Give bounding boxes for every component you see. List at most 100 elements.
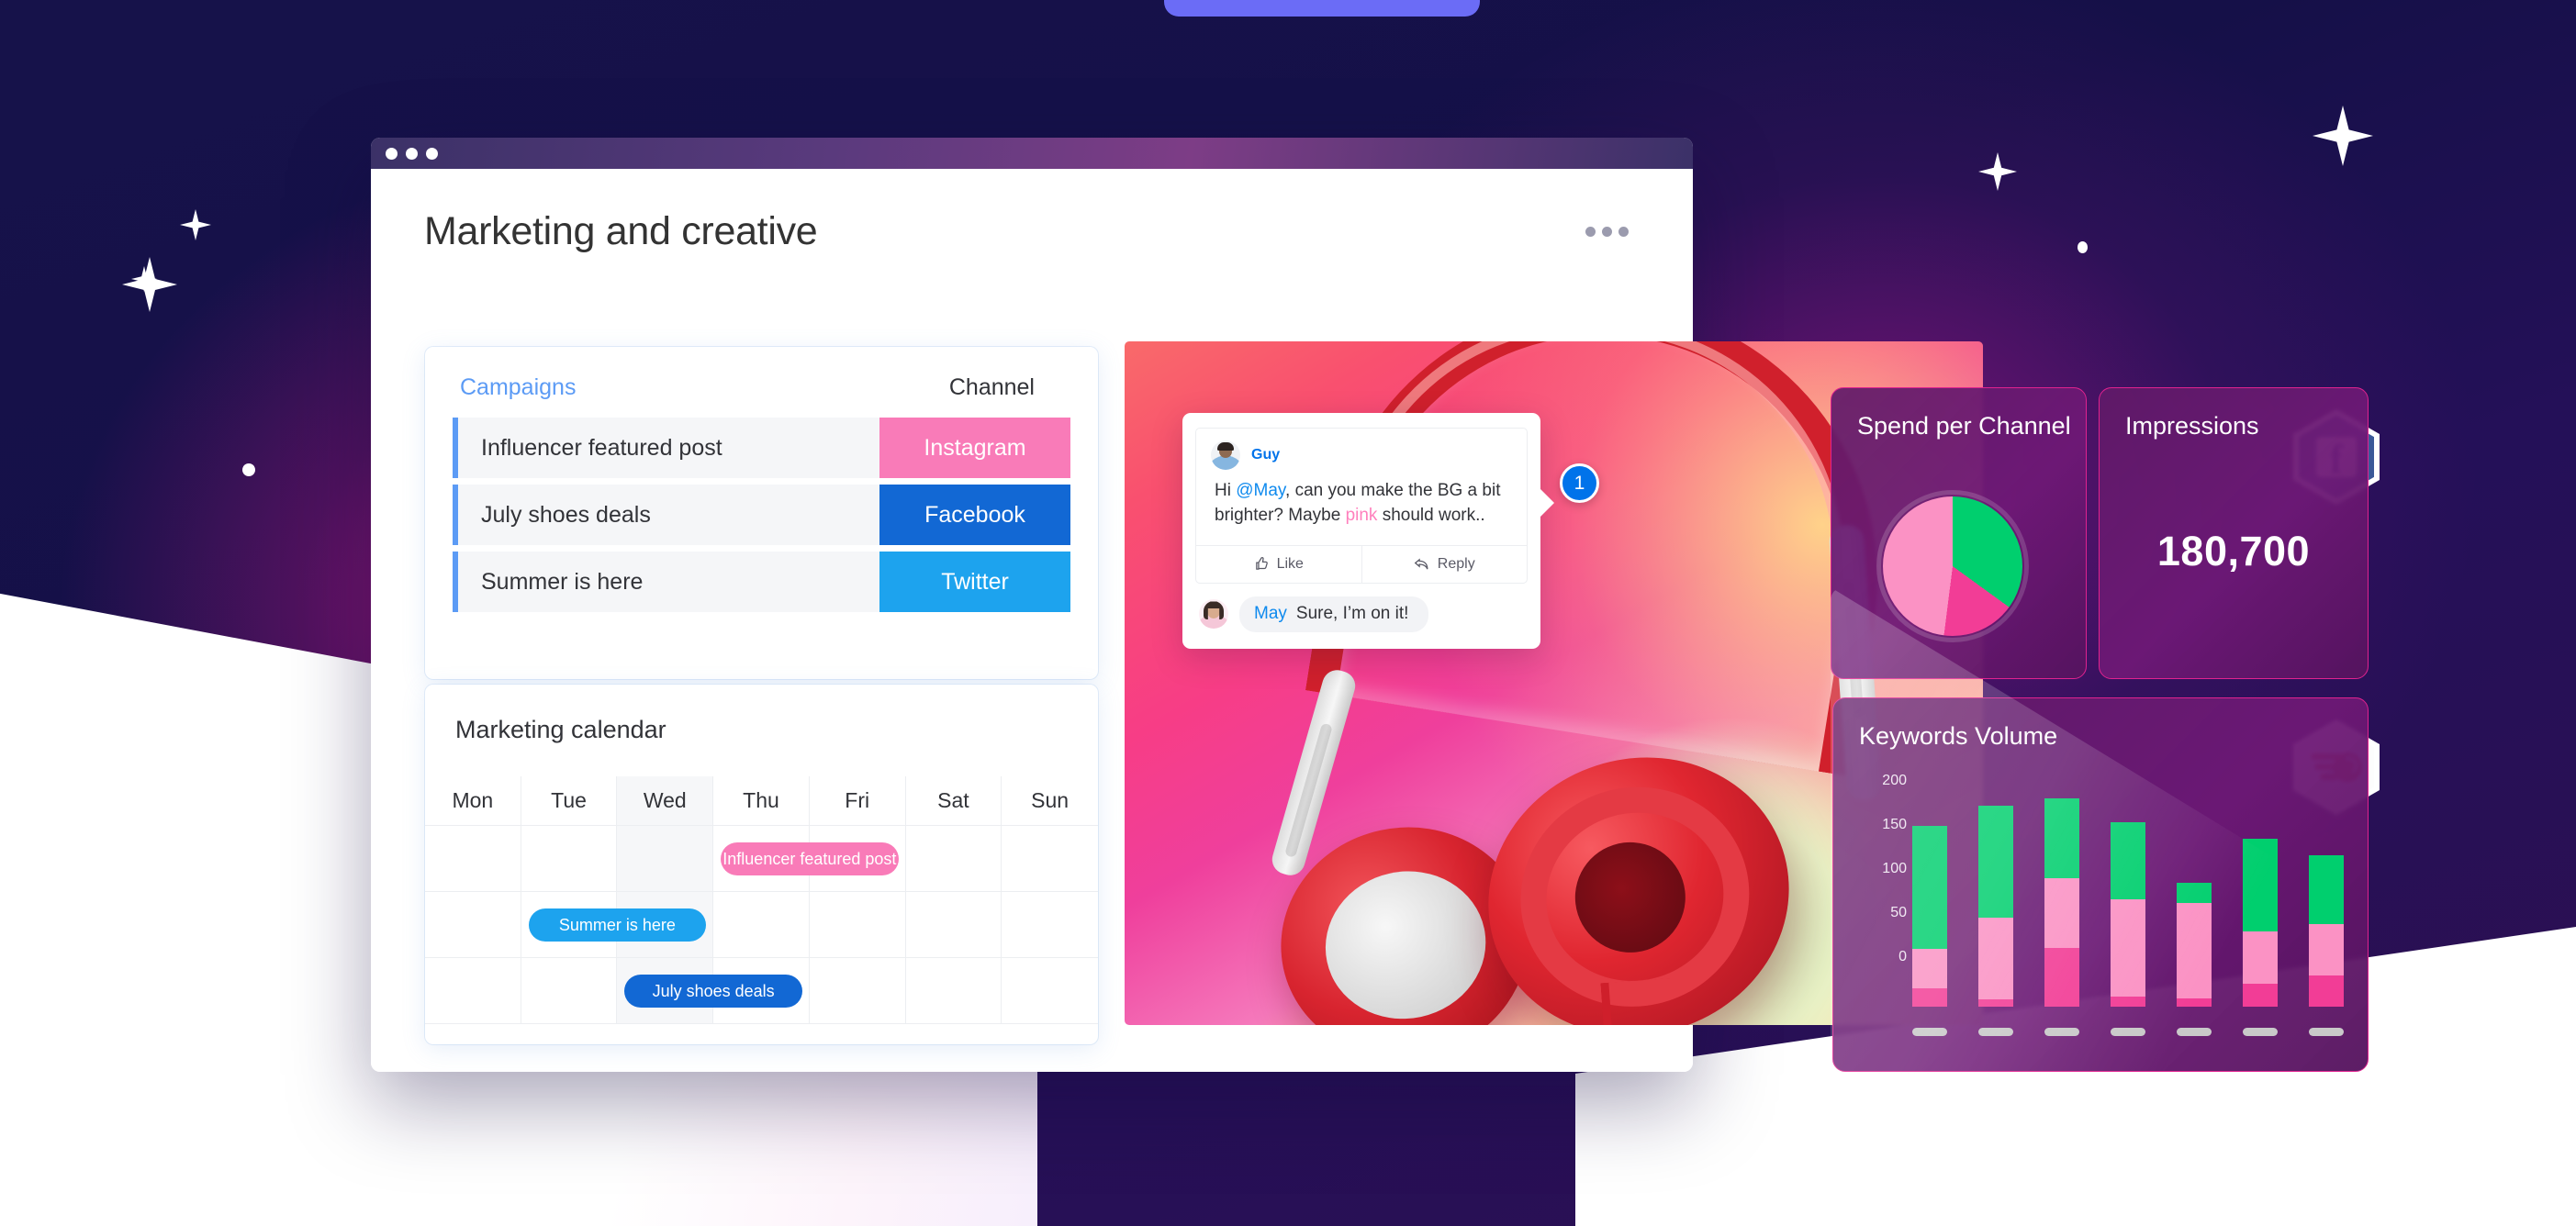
x-axis-label-pill: [1912, 1028, 1947, 1036]
calendar-cell[interactable]: [809, 892, 906, 958]
thumbs-up-icon: [1255, 557, 1268, 571]
calendar-cell[interactable]: [809, 958, 906, 1024]
campaign-name-cell: July shoes deals: [453, 485, 879, 545]
comment-author-row: Guy: [1211, 440, 1512, 470]
keywords-widget-title: Keywords Volume: [1859, 722, 2058, 750]
campaigns-header-row: Campaigns Channel: [425, 347, 1098, 401]
bar-segment: [2111, 821, 2145, 899]
calendar-cell[interactable]: [521, 958, 618, 1024]
like-label: Like: [1276, 555, 1304, 572]
reply-button[interactable]: Reply: [1361, 545, 1528, 583]
calendar-day-header: Sat: [905, 776, 1002, 826]
bar-segment: [1912, 948, 1947, 988]
calendar-cell[interactable]: [1002, 892, 1098, 958]
bar-segment: [2309, 975, 2344, 1007]
window-close-dot[interactable]: [386, 147, 398, 160]
reply-author-name[interactable]: May: [1254, 604, 1287, 624]
calendar-cell[interactable]: [905, 958, 1002, 1024]
bar-segment: [2309, 854, 2344, 924]
spend-pie-chart: [1876, 490, 2029, 642]
calendar-cell[interactable]: [617, 826, 714, 892]
y-axis-tick-label: 150: [1882, 817, 1907, 833]
kebab-dot-icon: [1585, 227, 1596, 237]
reply-bubble: May Sure, I’m on it!: [1239, 596, 1429, 632]
bar-segment: [2177, 882, 2212, 904]
bar-column[interactable]: [2309, 785, 2344, 1007]
calendar-cell[interactable]: [1002, 958, 1098, 1024]
comment-count-badge[interactable]: 1: [1560, 463, 1599, 503]
y-axis-tick-label: 50: [1890, 905, 1907, 921]
bar-column[interactable]: [2243, 785, 2278, 1007]
campaigns-row-list: Influencer featured post Instagram July sh…: [425, 401, 1098, 612]
channel-chip[interactable]: Twitter: [879, 552, 1070, 612]
bar-segment: [2044, 878, 2079, 948]
calendar-cell[interactable]: [905, 892, 1002, 958]
campaign-name-cell: Summer is here: [453, 552, 879, 612]
reply-text: Sure, I’m on it!: [1295, 603, 1409, 623]
bar-segment: [2243, 838, 2278, 931]
bar-column[interactable]: [2044, 785, 2079, 1007]
kebab-dot-icon: [1602, 227, 1612, 237]
comment-text: Hi @May, can you make the BG a bit brigh…: [1211, 470, 1512, 541]
bar-segment: [2044, 797, 2079, 879]
bar-segment: [2177, 998, 2212, 1007]
campaigns-column-header[interactable]: Campaigns: [460, 374, 576, 401]
bar-segment: [2044, 947, 2079, 1007]
keywords-y-axis: 0 50 100 150 200: [1855, 773, 1907, 1007]
calendar-cell[interactable]: [425, 958, 521, 1024]
table-row[interactable]: Influencer featured post Instagram: [425, 418, 1098, 478]
window-maximize-dot[interactable]: [426, 147, 438, 160]
calendar-day-header: Tue: [521, 776, 618, 826]
calendar-cell[interactable]: [713, 892, 810, 958]
window-titlebar: [371, 138, 1693, 169]
channel-chip[interactable]: Instagram: [879, 418, 1070, 478]
keywords-volume-widget: Keywords Volume 0 50 100 150 200: [1832, 697, 2369, 1072]
comment-actions: Like Reply: [1196, 544, 1528, 583]
window-minimize-dot[interactable]: [406, 147, 418, 160]
y-axis-tick-label: 0: [1898, 949, 1907, 964]
bar-column[interactable]: [1912, 785, 1947, 1007]
bar-column[interactable]: [1978, 785, 2013, 1007]
mention-link[interactable]: @May: [1236, 481, 1285, 500]
bar-column[interactable]: [2177, 785, 2212, 1007]
comment-text-suffix: should work..: [1377, 505, 1485, 525]
calendar-cell[interactable]: [1002, 826, 1098, 892]
reply-arrow-icon: [1414, 558, 1428, 570]
calendar-event-pill[interactable]: Influencer featured post: [721, 842, 899, 875]
calendar-day-header: Fri: [809, 776, 906, 826]
keywords-x-axis-labels: [1912, 1028, 2344, 1036]
table-row[interactable]: Summer is here Twitter: [425, 552, 1098, 612]
channel-chip[interactable]: Facebook: [879, 485, 1070, 545]
like-button[interactable]: Like: [1196, 546, 1361, 583]
x-axis-label-pill: [2309, 1028, 2344, 1036]
calendar-cell[interactable]: [425, 826, 521, 892]
bar-segment: [2111, 898, 2145, 997]
bar-column[interactable]: [2111, 785, 2145, 1007]
calendar-cell[interactable]: [425, 892, 521, 958]
comment-text-prefix: Hi: [1215, 481, 1237, 500]
calendar-cell[interactable]: [521, 826, 618, 892]
table-row[interactable]: July shoes deals Facebook: [425, 485, 1098, 545]
calendar-event-pill[interactable]: July shoes deals: [624, 975, 802, 1008]
top-purple-pill: [1164, 0, 1480, 17]
spend-per-channel-widget: Spend per Channel: [1831, 387, 2087, 679]
impressions-widget: Impressions 180,700: [2099, 387, 2369, 679]
campaigns-card: Campaigns Channel Influencer featured po…: [425, 347, 1098, 679]
calendar-day-header: Sun: [1002, 776, 1098, 826]
avatar: [1199, 599, 1228, 630]
calendar-title: Marketing calendar: [455, 716, 666, 743]
y-axis-tick-label: 200: [1882, 773, 1907, 789]
keywords-bars: [1912, 785, 2344, 1007]
impressions-value: 180,700: [2156, 528, 2311, 574]
bar-segment: [1912, 987, 1947, 1007]
impressions-widget-title: Impressions: [2125, 412, 2259, 440]
comment-author-name[interactable]: Guy: [1251, 447, 1280, 463]
calendar-cell[interactable]: [905, 826, 1002, 892]
calendar-day-header: Wed: [617, 776, 714, 826]
page-title: Marketing and creative: [424, 209, 818, 253]
bar-segment: [2309, 923, 2344, 976]
comment-body: Guy Hi @May, can you make the BG a bit b…: [1195, 428, 1528, 584]
bar-segment: [1978, 999, 2013, 1007]
calendar-event-pill[interactable]: Summer is here: [528, 908, 707, 942]
more-options-button[interactable]: [1574, 216, 1640, 248]
